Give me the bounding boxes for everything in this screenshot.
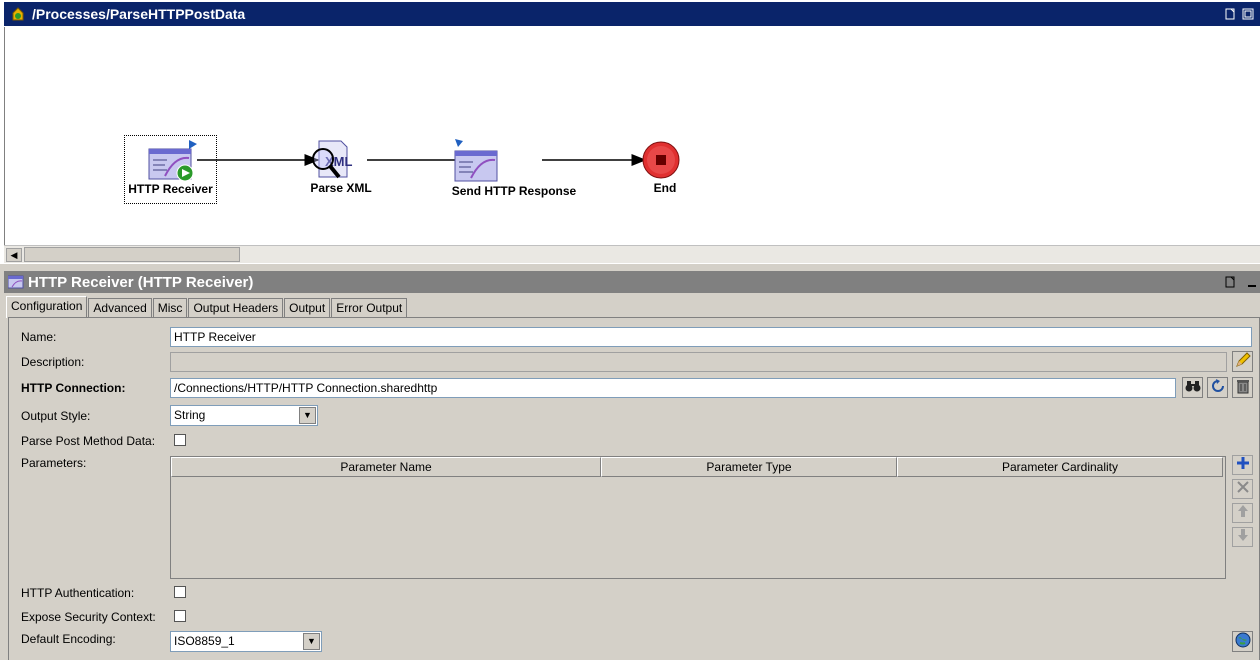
tab-error-output[interactable]: Error Output bbox=[331, 298, 408, 318]
process-titlebar: /Processes/ParseHTTPPostData bbox=[4, 2, 1260, 26]
tab-misc[interactable]: Misc bbox=[152, 298, 188, 318]
pencil-icon bbox=[1235, 352, 1251, 371]
column-header-parameter-name[interactable]: Parameter Name bbox=[171, 457, 601, 477]
parameters-label: Parameters: bbox=[21, 456, 87, 470]
restore-window-icon[interactable] bbox=[1224, 7, 1236, 20]
name-label: Name: bbox=[21, 330, 57, 344]
configuration-form: Name: HTTP Receiver Description: HTTP Co… bbox=[8, 317, 1260, 660]
minimize-panel-icon[interactable] bbox=[1246, 275, 1258, 287]
send-http-response-icon bbox=[454, 138, 540, 184]
process-designer-pane: /Processes/ParseHTTPPostData HTTP Receiv… bbox=[0, 0, 1260, 264]
activity-http-receiver[interactable]: HTTP Receiver bbox=[124, 135, 217, 204]
activity-label: End bbox=[653, 181, 677, 195]
clear-connection-button[interactable] bbox=[1232, 377, 1253, 398]
column-header-parameter-cardinality[interactable]: Parameter Cardinality bbox=[897, 457, 1223, 477]
process-folder-icon bbox=[10, 6, 26, 22]
activity-label: HTTP Receiver bbox=[128, 182, 213, 196]
binoculars-icon bbox=[1185, 379, 1201, 396]
chevron-down-icon[interactable]: ▼ bbox=[303, 633, 320, 650]
encoding-globe-button[interactable] bbox=[1232, 631, 1253, 652]
restore-panel-icon[interactable] bbox=[1224, 275, 1236, 288]
activity-send-http-response[interactable]: Send HTTP Response bbox=[449, 138, 579, 204]
tab-output[interactable]: Output bbox=[284, 298, 331, 318]
parameters-table[interactable]: Parameter Name Parameter Type Parameter … bbox=[170, 456, 1226, 579]
parameters-table-header: Parameter Name Parameter Type Parameter … bbox=[171, 457, 1225, 477]
move-down-button[interactable] bbox=[1232, 527, 1253, 547]
chevron-down-icon[interactable]: ▼ bbox=[299, 407, 316, 424]
plus-icon bbox=[1236, 456, 1250, 474]
properties-titlebar: HTTP Receiver (HTTP Receiver) bbox=[4, 271, 1260, 293]
name-field[interactable]: HTTP Receiver bbox=[170, 327, 1252, 347]
parse-post-checkbox[interactable] bbox=[174, 434, 186, 446]
x-icon bbox=[1236, 480, 1250, 498]
parse-xml-icon: XML bbox=[312, 139, 367, 181]
trash-icon bbox=[1236, 378, 1250, 397]
default-encoding-label: Default Encoding: bbox=[21, 632, 116, 646]
tab-output-headers[interactable]: Output Headers bbox=[188, 298, 284, 318]
expose-security-label: Expose Security Context: bbox=[21, 610, 156, 624]
move-up-button[interactable] bbox=[1232, 503, 1253, 523]
activity-label: Send HTTP Response bbox=[451, 184, 577, 198]
activity-end[interactable]: End bbox=[641, 141, 689, 203]
description-field[interactable] bbox=[170, 352, 1227, 372]
property-tabs: Configuration Advanced Misc Output Heade… bbox=[6, 296, 408, 318]
process-canvas[interactable]: HTTP Receiver XML Parse XML Send HTTP Re… bbox=[4, 27, 1260, 245]
output-style-label: Output Style: bbox=[21, 409, 91, 423]
expose-security-checkbox[interactable] bbox=[174, 610, 186, 622]
http-authentication-checkbox[interactable] bbox=[174, 586, 186, 598]
http-connection-field[interactable]: /Connections/HTTP/HTTP Connection.shared… bbox=[170, 378, 1176, 398]
parse-post-label: Parse Post Method Data: bbox=[21, 434, 156, 448]
activity-parse-xml[interactable]: XML Parse XML bbox=[301, 139, 381, 203]
properties-title: HTTP Receiver (HTTP Receiver) bbox=[28, 273, 254, 291]
arrow-up-icon bbox=[1237, 504, 1249, 522]
browse-connection-button[interactable] bbox=[1182, 377, 1203, 398]
scroll-left-icon[interactable]: ◀ bbox=[6, 248, 22, 262]
process-title: /Processes/ParseHTTPPostData bbox=[32, 6, 246, 22]
http-authentication-label: HTTP Authentication: bbox=[21, 586, 135, 600]
output-style-value: String bbox=[174, 408, 206, 422]
activity-label: Parse XML bbox=[310, 181, 372, 195]
maximize-window-icon[interactable] bbox=[1242, 7, 1254, 20]
column-header-parameter-type[interactable]: Parameter Type bbox=[601, 457, 897, 477]
edit-description-button[interactable] bbox=[1232, 351, 1253, 372]
arrow-down-icon bbox=[1237, 528, 1249, 546]
go-to-resource-icon bbox=[1210, 378, 1226, 397]
output-style-select[interactable]: String ▼ bbox=[170, 405, 318, 426]
goto-connection-button[interactable] bbox=[1207, 377, 1228, 398]
tab-configuration[interactable]: Configuration bbox=[6, 296, 88, 318]
add-parameter-button[interactable] bbox=[1232, 455, 1253, 475]
scrollbar-thumb[interactable] bbox=[24, 247, 240, 262]
default-encoding-value: ISO8859_1 bbox=[174, 634, 235, 648]
default-encoding-select[interactable]: ISO8859_1 ▼ bbox=[170, 631, 322, 652]
tab-advanced[interactable]: Advanced bbox=[88, 298, 152, 318]
http-receiver-small-icon bbox=[7, 275, 24, 289]
horizontal-scrollbar[interactable]: ◀ bbox=[4, 245, 1260, 263]
delete-parameter-button[interactable] bbox=[1232, 479, 1253, 499]
globe-icon bbox=[1235, 632, 1251, 651]
http-connection-label: HTTP Connection: bbox=[21, 381, 126, 395]
end-icon bbox=[642, 141, 685, 181]
http-receiver-icon bbox=[145, 136, 197, 182]
description-label: Description: bbox=[21, 355, 85, 369]
